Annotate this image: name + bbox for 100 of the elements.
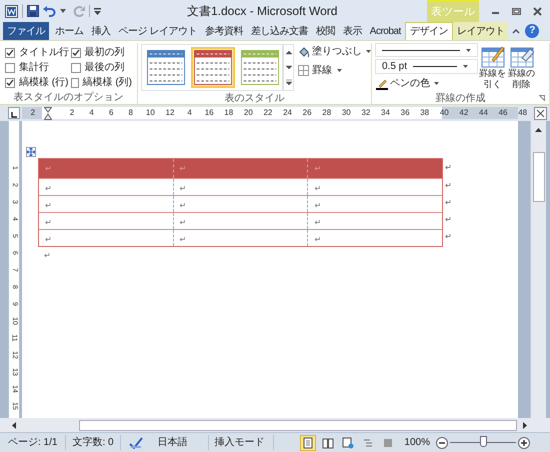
checkbox-label: 集計行 <box>19 60 49 75</box>
proofing-check-icon[interactable] <box>128 436 143 448</box>
undo-icon[interactable] <box>43 5 56 17</box>
dropdown-caret-icon[interactable] <box>60 9 66 13</box>
language-indicator[interactable]: 日本語 <box>158 435 208 450</box>
eraser-button[interactable]: 罫線の削除 <box>507 43 536 91</box>
ruler-number: 4 <box>88 107 95 119</box>
checkbox-label: タイトル行 <box>19 46 69 60</box>
web-view-button[interactable] <box>340 434 356 450</box>
checkbox[interactable] <box>5 62 15 72</box>
ribbon-tab[interactable]: 表示 <box>338 22 366 40</box>
table-cell[interactable]: ↵ <box>307 213 442 229</box>
table-preview-icon <box>147 50 185 85</box>
print-view-button[interactable] <box>300 434 316 450</box>
check-icon <box>72 48 80 56</box>
table-cell[interactable]: ↵ <box>172 230 308 246</box>
scroll-right-icon[interactable] <box>523 422 528 428</box>
table-cell[interactable]: ↵ <box>39 196 173 212</box>
ribbon-tab[interactable]: Acrobat <box>366 22 405 40</box>
scroll-thumb[interactable] <box>532 152 544 202</box>
outline-view-icon <box>362 436 374 448</box>
checkbox[interactable] <box>70 62 80 72</box>
table-cell[interactable]: ↵ <box>307 179 442 195</box>
ribbon-tab[interactable]: ホーム <box>51 22 88 40</box>
word-logo-icon[interactable] <box>5 4 18 18</box>
solid-line-icon <box>382 48 460 52</box>
table-cell[interactable]: ↵ <box>307 230 442 246</box>
checkbox[interactable] <box>5 78 15 88</box>
table-cell[interactable]: ↵ <box>39 179 173 195</box>
dropdown-caret-icon <box>366 50 371 53</box>
scroll-up-icon[interactable] <box>535 127 542 132</box>
vertical-scrollbar[interactable] <box>530 121 546 418</box>
pen-color-button[interactable]: ペンの色 <box>375 76 439 91</box>
table-cell[interactable]: ↵ <box>39 213 173 229</box>
ruler-number: 38 <box>419 107 430 119</box>
ruler-number: 30 <box>340 107 352 119</box>
zoom-slider-thumb[interactable] <box>480 436 486 447</box>
ruler-number: 26 <box>302 107 313 119</box>
end-of-row-mark: ↵ <box>445 231 452 243</box>
scroll-left-icon[interactable] <box>11 422 16 428</box>
ruler-number: 10 <box>144 107 156 119</box>
maximize-icon[interactable] <box>512 6 521 16</box>
ribbon-tab[interactable]: ページ レイアウト <box>114 22 201 40</box>
line-weight-dropdown[interactable]: 0.5 pt <box>375 59 478 74</box>
ruler-number: 22 <box>262 107 274 119</box>
zoom-in-button[interactable] <box>518 436 530 448</box>
ribbon-tab[interactable]: 参考資料 <box>200 22 247 40</box>
ribbon-tab[interactable]: 差し込み文書 <box>246 22 312 40</box>
ribbon-tab[interactable]: 校閲 <box>312 22 339 40</box>
ribbon-tab[interactable]: デザイン <box>404 22 453 40</box>
word-count[interactable]: 文字数: 0 <box>66 435 121 450</box>
close-icon[interactable] <box>533 6 542 16</box>
borders-button[interactable]: 罫線 <box>298 63 371 78</box>
checkbox[interactable] <box>70 48 80 58</box>
zoom-level[interactable]: 100% <box>404 435 430 450</box>
tab-selector-button[interactable] <box>8 107 20 119</box>
pen-icon <box>376 78 388 90</box>
line-style-dropdown[interactable] <box>375 43 478 57</box>
table-cell[interactable]: ↵ <box>172 213 308 229</box>
table-cell[interactable]: ↵ <box>172 196 308 212</box>
zoom-out-button[interactable] <box>436 436 448 448</box>
table-style-thumbnail[interactable] <box>191 47 235 88</box>
border-grid-icon <box>298 65 309 76</box>
ribbon-tab[interactable]: ファイル <box>3 22 49 40</box>
table-style-thumbnail[interactable] <box>238 47 282 88</box>
ruler-number: 44 <box>478 107 489 119</box>
ribbon-tab[interactable]: 挿入 <box>88 22 114 40</box>
dropdown-caret-icon <box>337 69 342 72</box>
group-label: 表のスタイル <box>224 92 284 105</box>
scroll-thumb[interactable] <box>79 420 517 430</box>
end-of-row-mark: ↵ <box>445 180 452 192</box>
save-icon[interactable] <box>27 5 39 17</box>
customize-menu-icon[interactable] <box>94 8 101 14</box>
up-arrow-icon <box>284 49 292 56</box>
table-style-thumbnail[interactable] <box>144 47 188 88</box>
indent-marker-icon[interactable] <box>44 107 52 120</box>
shading-button[interactable]: 塗りつぶし <box>298 44 371 59</box>
page-count[interactable]: ページ: 1/1 <box>8 435 66 450</box>
ribbon-tab[interactable]: レイアウト <box>452 22 508 40</box>
table-preview-icon <box>241 50 279 85</box>
ruler-number: 28 <box>321 107 332 119</box>
checkbox[interactable] <box>70 78 79 88</box>
more-arrow-icon <box>284 79 292 86</box>
solid-line-icon <box>413 65 458 68</box>
draw-table-button[interactable]: 罫線を引く <box>478 43 507 91</box>
ruler-number: 2 <box>30 107 36 119</box>
table-cell[interactable]: ↵ <box>39 230 173 246</box>
insert-mode-indicator[interactable]: 挿入モード <box>208 435 274 450</box>
help-button[interactable]: ? <box>525 24 540 38</box>
collapse-ribbon-icon[interactable] <box>512 28 520 34</box>
table-cell[interactable]: ↵ <box>172 179 308 195</box>
table-move-handle[interactable] <box>26 147 36 157</box>
checkbox-label: 最初の列 <box>84 46 124 60</box>
dialog-launcher-icon[interactable] <box>539 95 545 101</box>
paint-bucket-icon <box>298 46 310 58</box>
table-cell[interactable]: ↵ <box>307 196 442 212</box>
ruler-number: 24 <box>282 107 293 119</box>
checkbox[interactable] <box>5 48 15 58</box>
end-of-row-mark: ↵ <box>445 162 452 174</box>
group-label: 表スタイルのオプション <box>14 90 124 104</box>
